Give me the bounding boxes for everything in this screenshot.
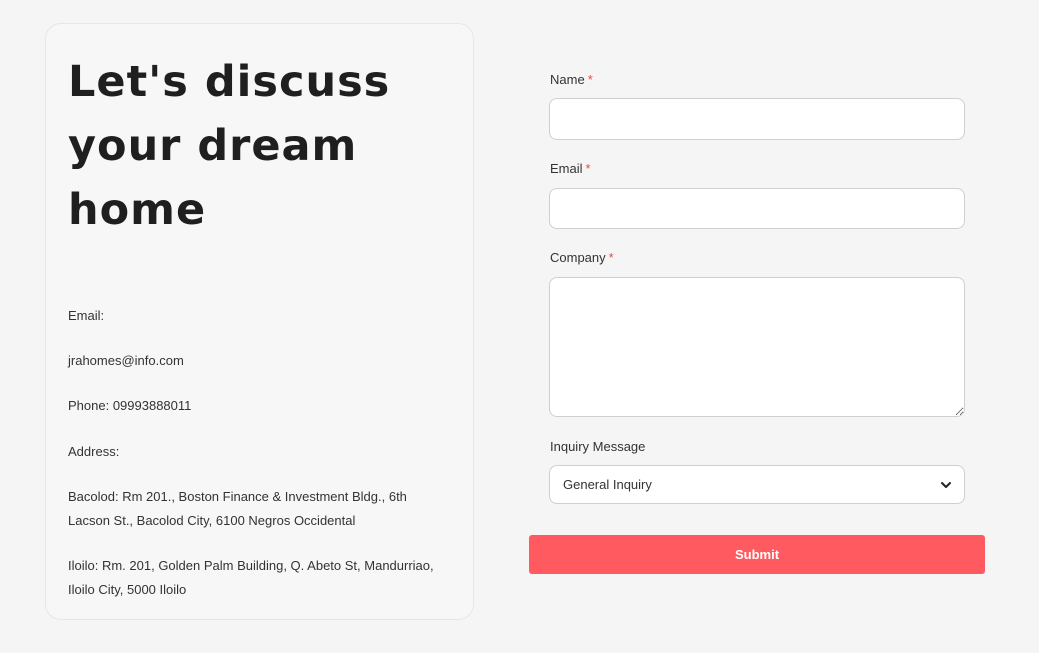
inquiry-label: Inquiry Message (550, 439, 646, 454)
inquiry-select[interactable]: General Inquiry (549, 465, 965, 504)
required-marker: * (587, 72, 593, 87)
email-field-label: Email * (550, 161, 591, 176)
email-value: jrahomes@info.com (68, 353, 184, 368)
contact-form: Name * Email * Company * Inquiry Message Ge… (529, 0, 989, 653)
phone-text: Phone: 09993888011 (68, 398, 192, 413)
name-label-text: Name (550, 72, 585, 87)
name-label: Name * (550, 72, 593, 87)
company-textarea[interactable] (549, 277, 965, 417)
inquiry-selected-value: General Inquiry (563, 477, 652, 492)
contact-info-card: Let's discuss your dream home Email: jra… (45, 23, 474, 620)
email-label: Email: (68, 308, 105, 323)
email-label-text: Email (550, 161, 583, 176)
name-input[interactable] (549, 98, 965, 140)
submit-button[interactable]: Submit (529, 535, 985, 574)
company-label-text: Company (550, 250, 606, 265)
required-marker: * (608, 250, 614, 265)
email-input[interactable] (549, 188, 965, 229)
address-iloilo: Iloilo: Rm. 201, Golden Palm Building, Q… (68, 558, 434, 597)
address-bacolod: Bacolod: Rm 201., Boston Finance & Inves… (68, 489, 407, 528)
contact-page: Let's discuss your dream home Email: jra… (0, 0, 1039, 653)
chevron-down-icon (940, 479, 952, 491)
company-label: Company * (550, 250, 614, 265)
page-title: Let's discuss your dream home (68, 57, 391, 235)
address-label: Address: (68, 444, 120, 459)
required-marker: * (585, 161, 591, 176)
